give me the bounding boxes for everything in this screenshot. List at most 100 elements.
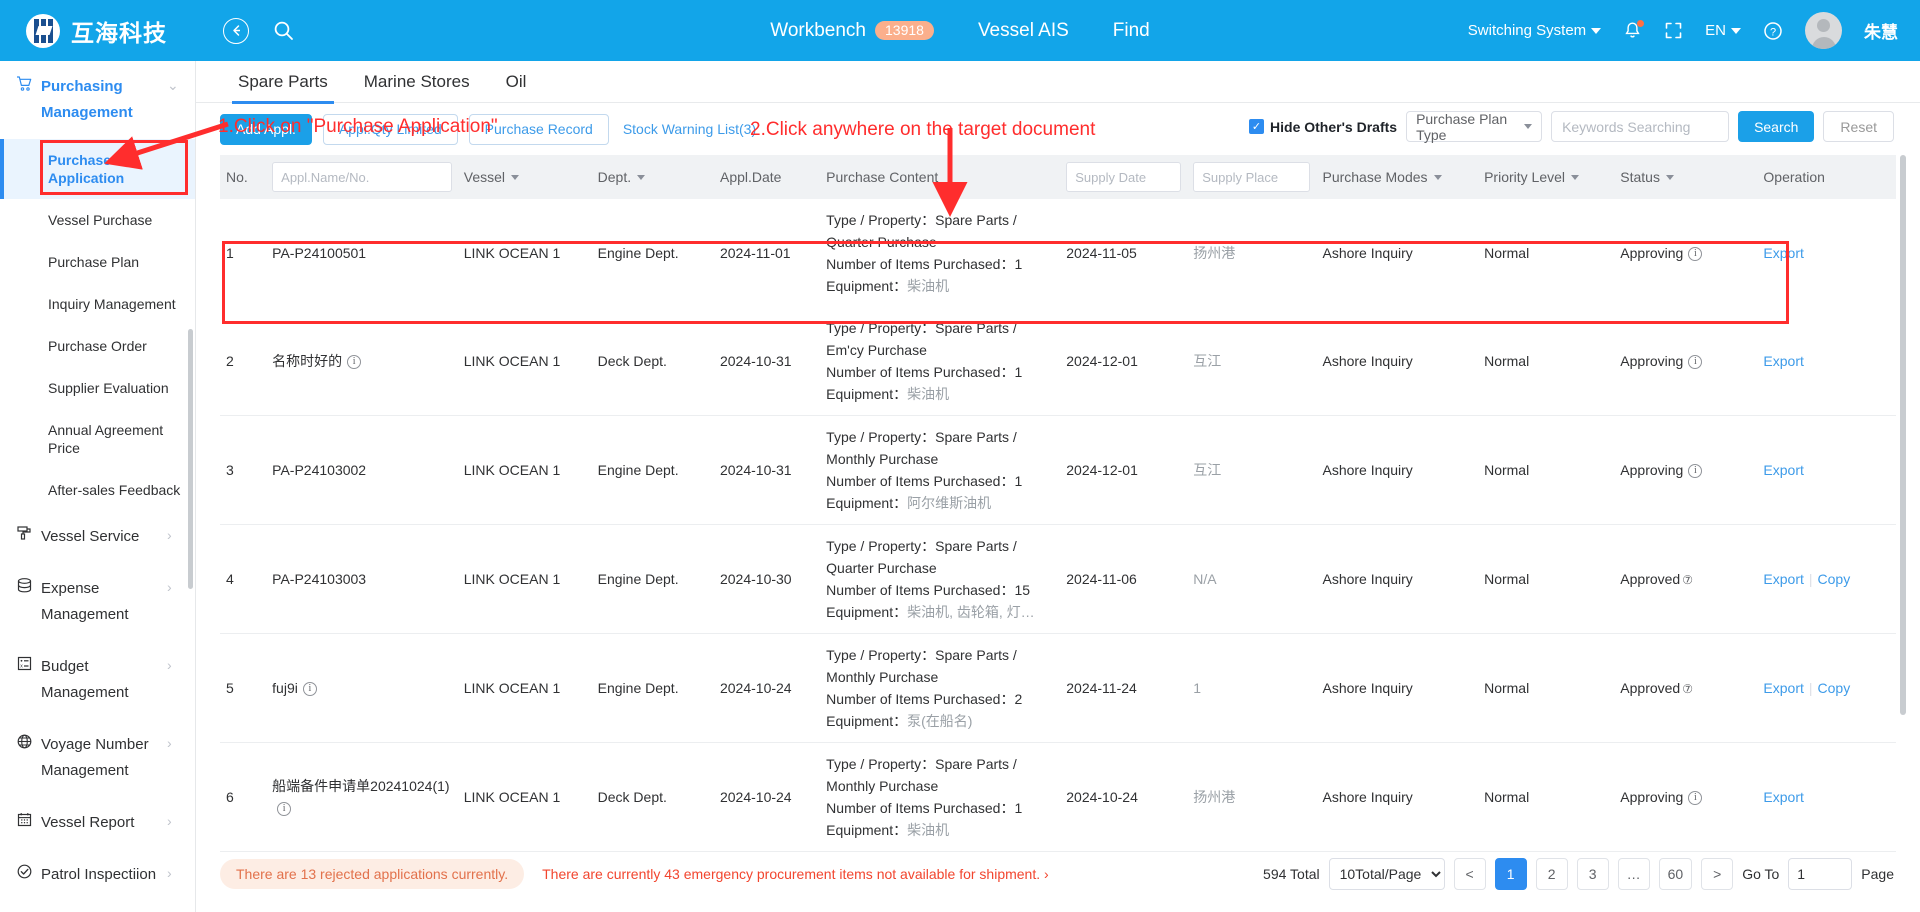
question-icon[interactable]: ⑦ <box>1682 573 1693 587</box>
op-copy-link[interactable]: Copy <box>1818 571 1851 587</box>
sidebar-group-vessel-service[interactable]: Vessel Service › <box>0 511 195 563</box>
table-row[interactable]: 4 PA-P24103003 LINK OCEAN 1 Engine Dept. 202… <box>220 524 1896 634</box>
col-priority-level[interactable]: Priority Level <box>1478 155 1615 199</box>
info-icon[interactable]: i <box>1688 791 1703 806</box>
op-copy-link[interactable]: Copy <box>1818 680 1851 696</box>
sidebar-scrollbar[interactable] <box>188 329 193 589</box>
sidebar-item-after-sales-feedback[interactable]: After-sales Feedback <box>0 469 195 511</box>
nav-find[interactable]: Find <box>1113 20 1150 42</box>
sidebar-group-patrol-inspection[interactable]: Patrol Inspectiion › <box>0 849 195 901</box>
hide-others-drafts-checkbox[interactable]: ✓ Hide Other's Drafts <box>1249 119 1397 135</box>
sidebar-item-purchase-application[interactable]: Purchase Application <box>0 139 195 199</box>
cell-operation: Export <box>1757 307 1896 416</box>
purchase-application-table: No. Vessel Dept. Appl.Date Purchase Cont… <box>220 155 1896 852</box>
op-export-link[interactable]: Export <box>1763 680 1803 696</box>
nav-vessel-ais[interactable]: Vessel AIS <box>978 20 1069 42</box>
info-icon[interactable]: i <box>1688 247 1703 262</box>
chevron-down-icon <box>637 174 646 180</box>
sidebar-item-inquiry-management[interactable]: Inquiry Management <box>0 283 195 325</box>
nav-workbench[interactable]: Workbench 13918 <box>770 20 934 42</box>
col-vessel[interactable]: Vessel <box>457 155 592 199</box>
supply-place-filter-input[interactable] <box>1193 162 1311 192</box>
goto-page-input[interactable] <box>1788 858 1853 890</box>
purchase-record-button[interactable]: Purchase Record <box>468 113 609 145</box>
sidebar-group-voyage-number-management[interactable]: Voyage Number Management › <box>0 719 195 797</box>
appl-qty-limited-button[interactable]: Appl.Qty Limited <box>322 113 458 145</box>
cell-vessel: LINK OCEAN 1 <box>457 415 592 525</box>
op-export-link[interactable]: Export <box>1763 789 1803 805</box>
page-button-last[interactable]: 60 <box>1658 858 1693 890</box>
notification-bell-icon[interactable] <box>1623 19 1645 41</box>
avatar[interactable] <box>1805 12 1842 49</box>
table-scrollbar[interactable] <box>1900 155 1906 715</box>
globe-icon <box>13 733 35 750</box>
sidebar-item-vessel-purchase[interactable]: Vessel Purchase <box>0 199 195 241</box>
sidebar-item-annual-agreement-price[interactable]: Annual Agreement Price <box>0 409 195 469</box>
add-appl-button[interactable]: Add Appl. <box>220 113 312 145</box>
switching-system-dropdown[interactable]: Switching System <box>1468 22 1602 39</box>
prev-page-button[interactable]: < <box>1453 858 1486 890</box>
page-size-select[interactable]: 10Total/Page <box>1328 858 1445 890</box>
table-row[interactable]: 1 PA-P24100501 LINK OCEAN 1 Engine Dept. 202… <box>220 199 1896 307</box>
page-button-2[interactable]: 2 <box>1535 858 1568 890</box>
appl-name-filter-input[interactable] <box>272 162 452 192</box>
cell-purchase-content: Type / Property：Spare Parts / Monthly Pu… <box>820 415 1061 525</box>
page-button-1[interactable]: 1 <box>1494 858 1527 890</box>
info-icon[interactable]: i <box>277 802 292 817</box>
stock-warning-list-link[interactable]: Stock Warning List(3) <box>623 121 756 137</box>
tab-oil[interactable]: Oil <box>488 61 545 103</box>
table-row[interactable]: 2 名称时好的 i LINK OCEAN 1 Deck Dept. 2024-10-31 T… <box>220 307 1896 416</box>
sidebar-group-label: Vessel Service <box>41 528 140 545</box>
sidebar-item-supplier-evaluation[interactable]: Supplier Evaluation <box>0 367 195 409</box>
col-appl-name <box>266 155 458 199</box>
table-header: No. Vessel Dept. Appl.Date Purchase Cont… <box>220 155 1896 199</box>
page-ellipsis[interactable]: … <box>1617 858 1650 890</box>
chevron-right-icon: › <box>167 657 172 673</box>
sidebar-item-purchase-order[interactable]: Purchase Order <box>0 325 195 367</box>
purchase-application-table-wrap: No. Vessel Dept. Appl.Date Purchase Cont… <box>220 155 1906 852</box>
op-export-link[interactable]: Export <box>1763 462 1803 478</box>
help-icon[interactable]: ? <box>1763 21 1783 41</box>
sidebar-group-budget-management[interactable]: x Budget Management › <box>0 641 195 719</box>
database-icon <box>13 577 35 594</box>
search-button[interactable]: Search <box>1738 111 1815 142</box>
cell-purchase-modes: Ashore Inquiry <box>1316 633 1479 743</box>
supply-date-filter-input[interactable] <box>1066 162 1182 192</box>
sidebar-group-expense-management[interactable]: Expense Management › <box>0 563 195 641</box>
sidebar-group-vessel-report[interactable]: Vessel Report › <box>0 797 195 849</box>
fullscreen-icon[interactable] <box>1664 21 1683 40</box>
sidebar-item-purchase-plan[interactable]: Purchase Plan <box>0 241 195 283</box>
cell-status: Approving i <box>1614 307 1758 416</box>
table-row[interactable]: 3 PA-P24103002 LINK OCEAN 1 Engine Dept. 202… <box>220 415 1896 525</box>
next-page-button[interactable]: > <box>1701 858 1734 890</box>
op-export-link[interactable]: Export <box>1763 571 1803 587</box>
emergency-procurement-notice[interactable]: There are currently 43 emergency procure… <box>542 866 1049 882</box>
keywords-search-input[interactable] <box>1551 111 1730 142</box>
cell-supply-place: 互江 <box>1187 415 1317 525</box>
col-status[interactable]: Status <box>1614 155 1758 199</box>
info-icon[interactable]: i <box>302 682 317 697</box>
table-row[interactable]: 5 fuj9i i LINK OCEAN 1 Engine Dept. 2024-10-2… <box>220 633 1896 743</box>
tab-marine-stores[interactable]: Marine Stores <box>346 61 488 103</box>
info-icon[interactable]: i <box>347 355 362 370</box>
op-export-link[interactable]: Export <box>1763 353 1803 369</box>
cell-priority-level: Normal <box>1478 307 1615 416</box>
back-arrow-icon[interactable] <box>223 17 249 44</box>
reset-button[interactable]: Reset <box>1823 111 1894 142</box>
question-icon[interactable]: ⑦ <box>1682 682 1693 696</box>
top-navigation-bar: 互海科技 Workbench 13918 Vessel AIS Find Swi… <box>0 0 1920 61</box>
info-icon[interactable]: i <box>1688 355 1703 370</box>
language-selector[interactable]: EN <box>1705 22 1741 39</box>
purchase-plan-type-select[interactable]: Purchase Plan Type <box>1406 111 1543 143</box>
op-export-link[interactable]: Export <box>1763 245 1803 261</box>
tab-spare-parts[interactable]: Spare Parts <box>220 61 346 104</box>
search-icon[interactable] <box>273 20 294 41</box>
page-button-3[interactable]: 3 <box>1576 858 1609 890</box>
col-dept[interactable]: Dept. <box>591 155 714 199</box>
sidebar-group-purchasing[interactable]: Purchasing Management ⌄ <box>0 61 195 139</box>
info-icon[interactable]: i <box>1688 464 1703 479</box>
col-purchase-modes[interactable]: Purchase Modes <box>1316 155 1479 199</box>
cell-supply-place: 1 <box>1187 633 1317 743</box>
brand-logo[interactable]: 互海科技 <box>26 13 167 48</box>
chevron-right-icon: › <box>167 865 172 881</box>
